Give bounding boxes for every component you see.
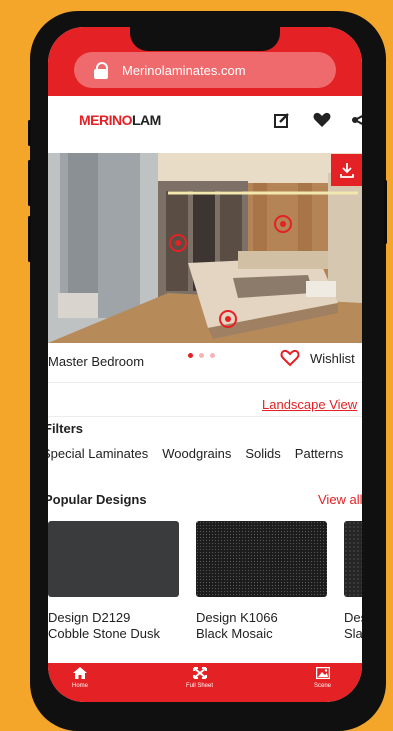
filter-solids[interactable]: Solids [245, 446, 280, 461]
carousel-dot[interactable] [188, 353, 193, 358]
design-card[interactable]: Design Slate [344, 521, 362, 642]
landscape-view-link[interactable]: Landscape View [262, 397, 357, 412]
design-cards: Design D2129 Cobble Stone Dusk Design K1… [48, 521, 362, 642]
divider [48, 416, 362, 417]
design-swatch [48, 521, 179, 597]
popular-designs-title: Popular Designs [48, 492, 147, 507]
design-code: Design K1066 [196, 610, 278, 625]
hotspot-marker[interactable] [219, 310, 237, 328]
expand-icon [192, 667, 207, 679]
phone-volume-up-button [28, 160, 31, 206]
design-card[interactable]: Design D2129 Cobble Stone Dusk [48, 521, 179, 642]
bottom-nav: Home Full Sheet Scene [48, 663, 362, 702]
hotspot-marker[interactable] [274, 215, 292, 233]
divider [48, 382, 362, 383]
design-swatch [196, 521, 327, 597]
phone-notch [130, 27, 280, 51]
heart-icon[interactable] [312, 110, 332, 130]
filters-title: Filters [48, 421, 84, 436]
design-swatch [344, 521, 362, 597]
image-icon [315, 667, 330, 679]
filter-special-laminates[interactable]: Special Laminates [48, 446, 148, 461]
home-icon [73, 667, 87, 679]
carousel-dot[interactable] [199, 353, 204, 358]
share-icon[interactable] [350, 110, 362, 130]
design-code: Design [344, 610, 362, 625]
phone-power-button [384, 180, 387, 244]
carousel-dot[interactable] [210, 353, 215, 358]
wishlist-label: Wishlist [310, 350, 355, 366]
room-scene-image[interactable] [48, 153, 362, 343]
download-icon [339, 163, 354, 178]
merinolam-logo[interactable]: MERINOLAM [79, 112, 161, 128]
edit-icon[interactable] [272, 110, 292, 130]
heart-outline-icon [280, 349, 300, 367]
nav-home-label: Home [72, 683, 89, 689]
phone-volume-down-button [28, 216, 31, 262]
design-card[interactable]: Design K1066 Black Mosaic [196, 521, 327, 642]
app-header: MERINOLAM [48, 96, 362, 150]
wishlist-button[interactable]: Wishlist [280, 349, 355, 367]
design-code: Design D2129 [48, 610, 131, 625]
hotspot-marker[interactable] [169, 234, 187, 252]
nav-scene[interactable]: Scene [314, 667, 331, 689]
nav-home[interactable]: Home [72, 667, 88, 689]
filter-patterns[interactable]: Patterns [295, 446, 343, 461]
download-button[interactable] [331, 154, 362, 186]
nav-full-sheet[interactable]: Full Sheet [186, 667, 213, 689]
url-text: Merinolaminates.com [122, 62, 246, 78]
address-bar[interactable]: Merinolaminates.com [74, 52, 336, 88]
carousel-dots[interactable] [188, 353, 215, 358]
nav-scene-label: Scene [314, 683, 332, 689]
filter-woodgrains[interactable]: Woodgrains [162, 446, 231, 461]
design-name: Cobble Stone Dusk [48, 626, 161, 641]
nav-full-sheet-label: Full Sheet [186, 683, 214, 689]
design-name: Slate [344, 626, 362, 641]
phone-mute-button [28, 120, 31, 146]
design-name: Black Mosaic [196, 626, 273, 641]
filter-options: Special Laminates Woodgrains Solids Patt… [48, 446, 343, 461]
app-screen: Merinolaminates.com MERINOLAM Master Bed… [48, 27, 362, 702]
bedroom-render [48, 153, 362, 343]
view-all-link[interactable]: View all [318, 492, 362, 507]
scene-name: Master Bedroom [48, 354, 145, 369]
lock-icon [94, 62, 108, 79]
